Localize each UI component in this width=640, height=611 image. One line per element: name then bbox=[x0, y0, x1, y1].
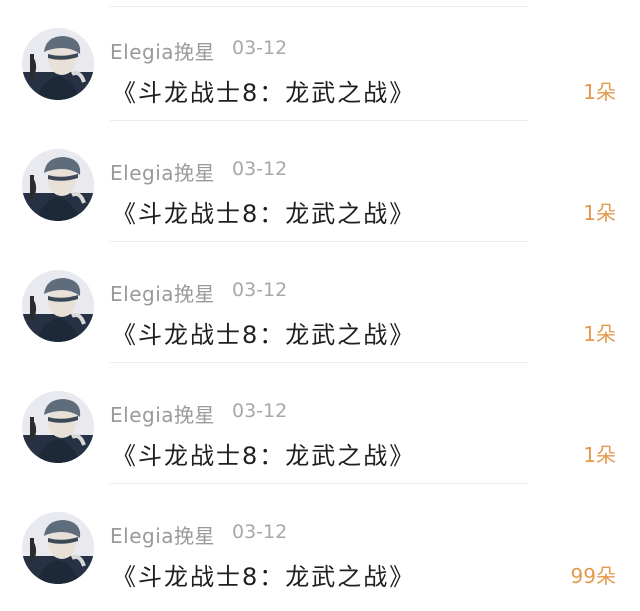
timestamp: 03-12 bbox=[232, 400, 288, 422]
item-title: 《斗龙战士8：龙武之战》 bbox=[112, 442, 416, 470]
avatar[interactable] bbox=[22, 270, 94, 342]
avatar[interactable] bbox=[22, 391, 94, 463]
username[interactable]: Elegia挽星 bbox=[110, 399, 215, 428]
username[interactable]: Elegia挽星 bbox=[110, 278, 215, 307]
timestamp: 03-12 bbox=[232, 279, 288, 301]
avatar[interactable] bbox=[22, 512, 94, 584]
user-avatar-icon bbox=[22, 149, 94, 221]
username[interactable]: Elegia挽星 bbox=[110, 36, 215, 65]
avatar[interactable] bbox=[22, 149, 94, 221]
gift-count: 1朵 bbox=[583, 201, 616, 225]
gift-count: 1朵 bbox=[583, 443, 616, 467]
user-avatar-icon bbox=[22, 512, 94, 584]
user-avatar-icon bbox=[22, 270, 94, 342]
list-item[interactable]: Elegia挽星 03-12 《斗龙战士8：龙武之战》 1朵 bbox=[0, 121, 640, 242]
gift-count: 99朵 bbox=[570, 564, 616, 588]
item-title: 《斗龙战士8：龙武之战》 bbox=[112, 321, 416, 349]
list-item[interactable]: Elegia挽星 03-12 《斗龙战士8：龙武之战》 1朵 bbox=[0, 363, 640, 484]
item-title: 《斗龙战士8：龙武之战》 bbox=[112, 200, 416, 228]
list-item[interactable]: Elegia挽星 03-12 《斗龙战士8：龙武之战》 99朵 bbox=[0, 484, 640, 605]
timestamp: 03-12 bbox=[232, 158, 288, 180]
gift-record-list: Elegia挽星 03-12 《斗龙战士8：龙武之战》 1朵 Elegia挽星 … bbox=[0, 0, 640, 611]
item-title: 《斗龙战士8：龙武之战》 bbox=[112, 79, 416, 107]
username[interactable]: Elegia挽星 bbox=[110, 520, 215, 549]
user-avatar-icon bbox=[22, 28, 94, 100]
gift-count: 1朵 bbox=[583, 322, 616, 346]
timestamp: 03-12 bbox=[232, 37, 288, 59]
gift-count: 1朵 bbox=[583, 80, 616, 104]
timestamp: 03-12 bbox=[232, 521, 288, 543]
item-title: 《斗龙战士8：龙武之战》 bbox=[112, 563, 416, 591]
avatar[interactable] bbox=[22, 28, 94, 100]
list-item[interactable]: Elegia挽星 03-12 《斗龙战士8：龙武之战》 1朵 bbox=[0, 0, 640, 121]
list-item[interactable]: Elegia挽星 03-12 《斗龙战士8：龙武之战》 1朵 bbox=[0, 242, 640, 363]
user-avatar-icon bbox=[22, 391, 94, 463]
username[interactable]: Elegia挽星 bbox=[110, 157, 215, 186]
